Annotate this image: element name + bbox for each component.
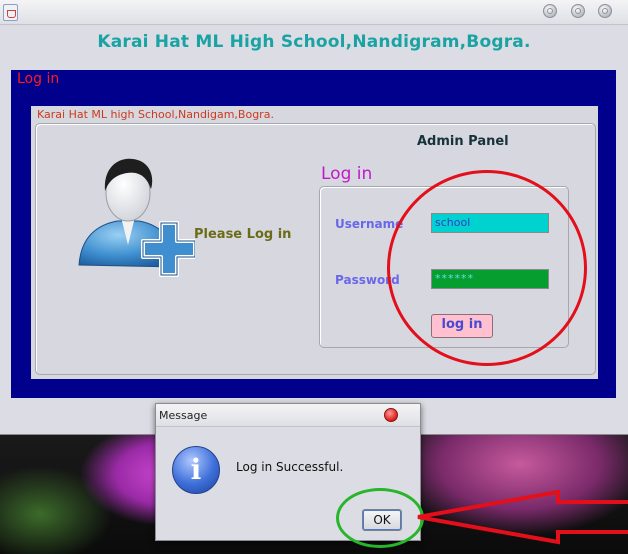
admin-panel-label: Admin Panel — [417, 134, 509, 149]
minimize-button[interactable] — [543, 4, 557, 18]
java-app-icon — [3, 4, 18, 21]
dialog-close-button[interactable] — [384, 408, 398, 422]
info-icon: i — [172, 446, 220, 494]
please-login-label: Please Log in — [194, 227, 292, 242]
red-highlight-circle — [387, 170, 587, 366]
add-user-icon — [78, 158, 195, 277]
login-heading: Log in — [321, 164, 373, 184]
maximize-button[interactable] — [571, 4, 585, 18]
dialog-titlebar[interactable]: Message — [156, 404, 420, 427]
frame-title: Log in — [17, 71, 60, 87]
close-button[interactable] — [598, 4, 612, 18]
panel-title: Karai Hat ML high School,Nandigam,Bogra. — [37, 108, 274, 121]
dialog-title: Message — [159, 409, 208, 422]
dialog-message: Log in Successful. — [236, 460, 344, 474]
username-label: Username — [335, 217, 404, 231]
red-arrow-icon — [417, 489, 628, 545]
window-titlebar[interactable] — [0, 0, 628, 25]
school-header: Karai Hat ML High School,Nandigram,Bogra… — [97, 32, 531, 52]
